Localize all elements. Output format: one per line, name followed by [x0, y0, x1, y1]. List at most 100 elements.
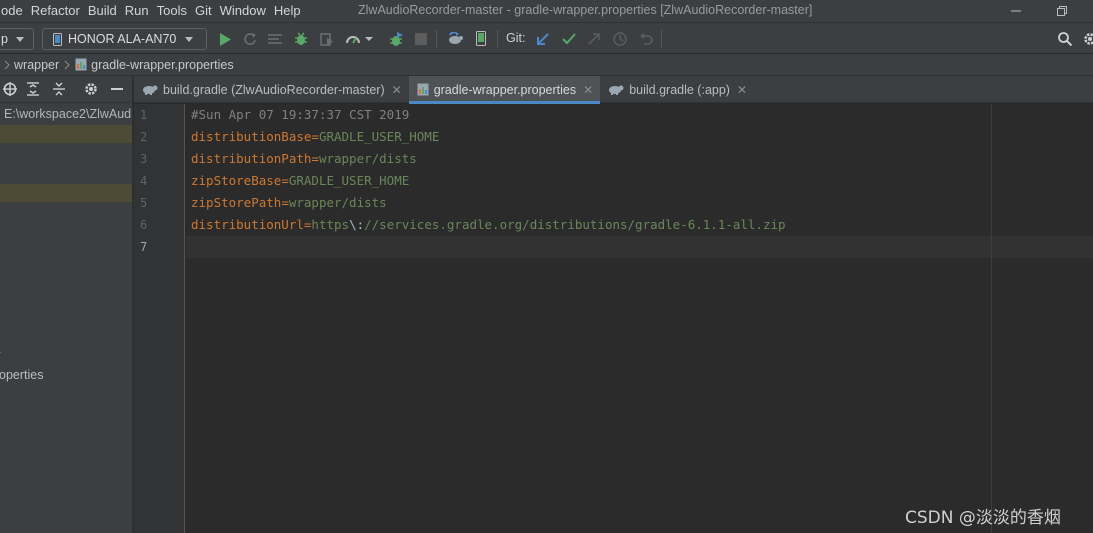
watermark: CSDN @淡淡的香烟: [905, 508, 1061, 528]
property-value: GRADLE_USER_HOME: [288, 173, 410, 188]
project-panel: E:\workspace2\ZlwAud . operties: [0, 76, 133, 533]
bug-icon: [295, 32, 307, 45]
search-everywhere-button[interactable]: [1056, 30, 1074, 48]
git-push-button[interactable]: [585, 30, 603, 48]
tab-build-gradle-project[interactable]: build.gradle (ZlwAudioRecorder-master) ✕: [134, 76, 409, 103]
property-value-rest: //services.gradle.org/distributions/grad…: [364, 217, 786, 232]
property-value: wrapper/dists: [318, 151, 417, 166]
git-rollback-button[interactable]: [637, 30, 655, 48]
breadcrumb-file: gradle-wrapper.properties: [91, 57, 234, 72]
apply-code-changes-button[interactable]: [266, 30, 284, 48]
menu-code[interactable]: ode: [0, 0, 27, 22]
tree-row-properties[interactable]: operties: [0, 366, 132, 384]
chevron-right-icon: [4, 60, 10, 69]
git-history-button[interactable]: [611, 30, 629, 48]
gradle-icon: [609, 85, 624, 95]
menu-build[interactable]: Build: [84, 0, 121, 22]
menu-git[interactable]: Git: [191, 0, 216, 22]
git-commit-button[interactable]: [560, 30, 578, 48]
minimize-icon: [1011, 10, 1021, 12]
expand-all-button[interactable]: [20, 76, 46, 103]
phone-icon: [53, 32, 62, 46]
project-options-button[interactable]: [78, 76, 104, 103]
code-editor[interactable]: #Sun Apr 07 19:37:37 CST 2019 distributi…: [186, 104, 1093, 533]
settings-button[interactable]: [1081, 30, 1093, 48]
check-icon: [562, 33, 576, 45]
right-margin-guide: [991, 104, 992, 533]
code-line: distributionBase=GRADLE_USER_HOME: [191, 126, 439, 148]
tab-gradle-wrapper-properties[interactable]: gradle-wrapper.properties ✕: [408, 76, 601, 104]
tree-row-fragment[interactable]: .: [0, 340, 131, 358]
stop-icon: [415, 33, 427, 45]
git-update-button[interactable]: [534, 30, 552, 48]
lines-icon: [268, 34, 282, 44]
menu-run[interactable]: Run: [121, 0, 153, 22]
run-icon: [220, 32, 231, 46]
debug-button[interactable]: [292, 30, 310, 48]
main-toolbar: p HONOR ALA-AN70 Git:: [0, 22, 1093, 54]
property-value-scheme: https: [311, 217, 350, 232]
apply-changes-button[interactable]: [241, 30, 259, 48]
run-config-combo[interactable]: p: [0, 28, 34, 50]
code-line: distributionPath=wrapper/dists: [191, 148, 417, 170]
close-icon[interactable]: ✕: [392, 83, 402, 97]
run-config-label: p: [1, 32, 8, 46]
line-number: 6: [140, 218, 148, 232]
line-number: 5: [140, 196, 148, 210]
line-number: 3: [140, 152, 148, 166]
restore-icon: [1057, 6, 1067, 16]
rerun-icon: [244, 33, 256, 45]
tree-row-highlighted[interactable]: [0, 125, 132, 143]
gradle-icon: [143, 85, 158, 95]
coverage-icon: [320, 33, 333, 46]
properties-file-icon: [75, 58, 87, 71]
window-title: ZlwAudioRecorder-master - gradle-wrapper…: [358, 3, 813, 17]
current-line-highlight: [186, 236, 1093, 258]
property-separator: =: [311, 129, 319, 144]
chevron-down-icon: [185, 36, 194, 42]
menu-refactor[interactable]: Refactor: [27, 0, 84, 22]
hide-panel-button[interactable]: [104, 76, 130, 103]
line-number: 1: [140, 108, 148, 122]
attach-debugger-button[interactable]: [387, 30, 405, 48]
menu-window[interactable]: Window: [216, 0, 270, 22]
stop-button[interactable]: [412, 30, 430, 48]
escape-sequence: \:: [349, 217, 365, 232]
property-value: GRADLE_USER_HOME: [318, 129, 440, 144]
device-combo[interactable]: HONOR ALA-AN70: [42, 28, 207, 50]
property-key: distributionBase: [191, 129, 312, 144]
update-arrow-icon: [537, 33, 549, 45]
coverage-button[interactable]: [318, 30, 336, 48]
device-manager-button[interactable]: [472, 30, 490, 48]
gear-icon: [1084, 33, 1093, 45]
property-key: zipStorePath: [191, 195, 282, 210]
tree-row-highlighted[interactable]: [0, 184, 132, 202]
restore-button[interactable]: [1042, 0, 1082, 22]
crosshair-icon: [3, 82, 17, 96]
clock-icon: [613, 32, 627, 46]
tab-build-gradle-app[interactable]: build.gradle (:app) ✕: [600, 76, 754, 103]
gradle-sync-button[interactable]: [446, 30, 464, 48]
property-separator: =: [311, 151, 319, 166]
tab-label: gradle-wrapper.properties: [433, 82, 577, 97]
tab-label: build.gradle (ZlwAudioRecorder-master): [163, 82, 385, 97]
properties-file-icon: [417, 83, 429, 96]
editor-tab-bar: build.gradle (ZlwAudioRecorder-master) ✕…: [134, 76, 1093, 104]
line-number-current: 7: [140, 240, 148, 254]
menu-help[interactable]: Help: [270, 0, 305, 22]
close-icon[interactable]: ✕: [583, 83, 593, 97]
line-number: 2: [140, 130, 148, 144]
project-root-path[interactable]: E:\workspace2\ZlwAud: [0, 105, 132, 123]
device-label: HONOR ALA-AN70: [68, 32, 177, 46]
property-key: distributionPath: [191, 151, 312, 166]
run-button[interactable]: [216, 30, 234, 48]
locate-file-button[interactable]: [0, 76, 20, 103]
menu-tools[interactable]: Tools: [153, 0, 191, 22]
collapse-all-button[interactable]: [46, 76, 72, 103]
breadcrumb-file-item[interactable]: gradle-wrapper.properties: [75, 57, 234, 72]
git-label: Git:: [506, 31, 526, 45]
profiler-button[interactable]: [345, 30, 375, 48]
close-icon[interactable]: ✕: [737, 83, 747, 97]
minimize-button[interactable]: [996, 0, 1036, 22]
breadcrumb-folder[interactable]: wrapper: [14, 58, 59, 72]
